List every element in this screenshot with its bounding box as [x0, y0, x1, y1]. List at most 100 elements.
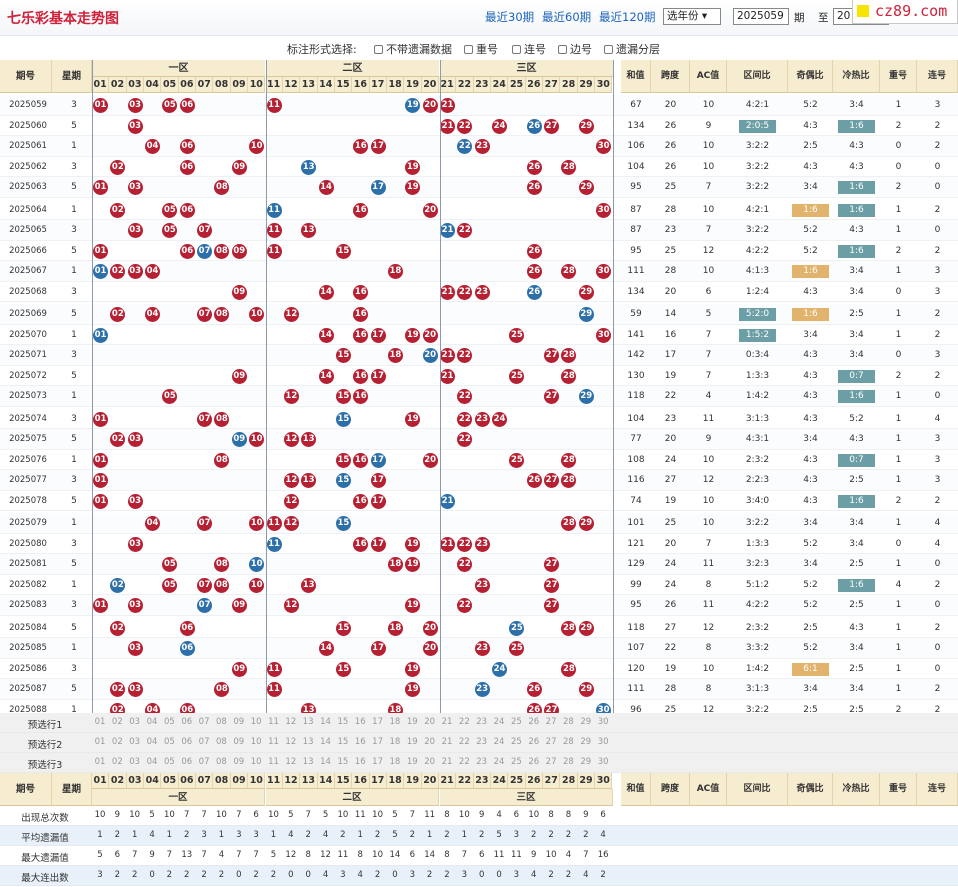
preselect-num[interactable]: 05: [161, 737, 177, 747]
preselect-num[interactable]: 15: [335, 757, 351, 767]
option-no-miss[interactable]: 不带遗漏数据: [374, 41, 452, 57]
preselect-num[interactable]: 25: [508, 757, 524, 767]
preselect-num[interactable]: 19: [404, 717, 420, 727]
checkbox-icon[interactable]: [512, 45, 521, 54]
preselect-num[interactable]: 12: [283, 757, 299, 767]
preselect-num[interactable]: 20: [422, 717, 438, 727]
checkbox-icon[interactable]: [604, 45, 613, 54]
preselect-num[interactable]: 08: [213, 717, 229, 727]
preselect-num[interactable]: 12: [283, 737, 299, 747]
preselect-num[interactable]: 28: [560, 717, 576, 727]
preselect-num[interactable]: 05: [161, 757, 177, 767]
preselect-num[interactable]: 17: [370, 717, 386, 727]
preselect-num[interactable]: 30: [595, 757, 611, 767]
preselect-num[interactable]: 14: [318, 757, 334, 767]
preselect-num[interactable]: 28: [560, 757, 576, 767]
preselect-num[interactable]: 09: [231, 737, 247, 747]
preselect-num[interactable]: 19: [404, 737, 420, 747]
preselect-num[interactable]: 23: [474, 757, 490, 767]
preselect-num[interactable]: 16: [352, 737, 368, 747]
preselect-num[interactable]: 29: [578, 717, 594, 727]
preselect-num[interactable]: 18: [387, 757, 403, 767]
preselect-num[interactable]: 10: [248, 737, 264, 747]
preselect-num[interactable]: 18: [387, 717, 403, 727]
checkbox-icon[interactable]: [558, 45, 567, 54]
period-120-link[interactable]: 最近120期: [599, 9, 655, 25]
checkbox-icon[interactable]: [374, 45, 383, 54]
preselect-num[interactable]: 14: [318, 717, 334, 727]
checkbox-icon[interactable]: [464, 45, 473, 54]
option-layer[interactable]: 遗漏分层: [604, 41, 660, 57]
preselect-num[interactable]: 06: [179, 717, 195, 727]
preselect-num[interactable]: 01: [92, 757, 108, 767]
preselect-num[interactable]: 02: [109, 757, 125, 767]
preselect-num[interactable]: 26: [526, 717, 542, 727]
preselect-num[interactable]: 28: [560, 737, 576, 747]
preselect-num[interactable]: 11: [266, 737, 282, 747]
preselect-num[interactable]: 16: [352, 757, 368, 767]
preselect-num[interactable]: 13: [300, 737, 316, 747]
preselect-num[interactable]: 24: [491, 737, 507, 747]
preselect-num[interactable]: 08: [213, 757, 229, 767]
preselect-num[interactable]: 27: [543, 757, 559, 767]
preselect-num[interactable]: 08: [213, 737, 229, 747]
preselect-num[interactable]: 22: [456, 757, 472, 767]
period-60-link[interactable]: 最近60期: [542, 9, 591, 25]
preselect-num[interactable]: 21: [439, 737, 455, 747]
preselect-num[interactable]: 24: [491, 717, 507, 727]
site-logo[interactable]: cz89.com: [852, 0, 958, 24]
preselect-num[interactable]: 02: [109, 737, 125, 747]
preselect-num[interactable]: 05: [161, 717, 177, 727]
preselect-num[interactable]: 01: [92, 737, 108, 747]
preselect-num[interactable]: 02: [109, 717, 125, 727]
preselect-num[interactable]: 13: [300, 757, 316, 767]
option-edge[interactable]: 边号: [558, 41, 592, 57]
preselect-num[interactable]: 14: [318, 737, 334, 747]
preselect-num[interactable]: 04: [144, 737, 160, 747]
preselect-num[interactable]: 06: [179, 737, 195, 747]
preselect-num[interactable]: 11: [266, 757, 282, 767]
preselect-num[interactable]: 22: [456, 737, 472, 747]
option-consecutive[interactable]: 连号: [512, 41, 546, 57]
preselect-num[interactable]: 20: [422, 757, 438, 767]
preselect-num[interactable]: 25: [508, 737, 524, 747]
preselect-num[interactable]: 15: [335, 737, 351, 747]
preselect-num[interactable]: 30: [595, 737, 611, 747]
preselect-num[interactable]: 12: [283, 717, 299, 727]
from-issue-input[interactable]: 2025059: [733, 8, 789, 25]
preselect-num[interactable]: 26: [526, 757, 542, 767]
preselect-num[interactable]: 20: [422, 737, 438, 747]
preselect-num[interactable]: 03: [127, 737, 143, 747]
preselect-num[interactable]: 30: [595, 717, 611, 727]
option-repeat[interactable]: 重号: [464, 41, 498, 57]
preselect-num[interactable]: 26: [526, 737, 542, 747]
preselect-num[interactable]: 23: [474, 717, 490, 727]
preselect-num[interactable]: 07: [196, 757, 212, 767]
preselect-num[interactable]: 15: [335, 717, 351, 727]
preselect-num[interactable]: 06: [179, 757, 195, 767]
preselect-num[interactable]: 21: [439, 717, 455, 727]
preselect-num[interactable]: 18: [387, 737, 403, 747]
preselect-num[interactable]: 17: [370, 757, 386, 767]
preselect-num[interactable]: 22: [456, 717, 472, 727]
preselect-num[interactable]: 21: [439, 757, 455, 767]
preselect-num[interactable]: 09: [231, 717, 247, 727]
preselect-num[interactable]: 27: [543, 737, 559, 747]
year-select[interactable]: 选年份 ▾: [663, 8, 721, 25]
preselect-num[interactable]: 17: [370, 737, 386, 747]
preselect-num[interactable]: 27: [543, 717, 559, 727]
preselect-num[interactable]: 03: [127, 757, 143, 767]
preselect-num[interactable]: 04: [144, 757, 160, 767]
preselect-num[interactable]: 24: [491, 757, 507, 767]
preselect-num[interactable]: 01: [92, 717, 108, 727]
preselect-num[interactable]: 29: [578, 737, 594, 747]
preselect-num[interactable]: 04: [144, 717, 160, 727]
preselect-num[interactable]: 10: [248, 717, 264, 727]
preselect-num[interactable]: 16: [352, 717, 368, 727]
preselect-num[interactable]: 09: [231, 757, 247, 767]
preselect-num[interactable]: 19: [404, 757, 420, 767]
preselect-num[interactable]: 07: [196, 737, 212, 747]
preselect-num[interactable]: 11: [266, 717, 282, 727]
preselect-num[interactable]: 25: [508, 717, 524, 727]
period-30-link[interactable]: 最近30期: [485, 9, 534, 25]
